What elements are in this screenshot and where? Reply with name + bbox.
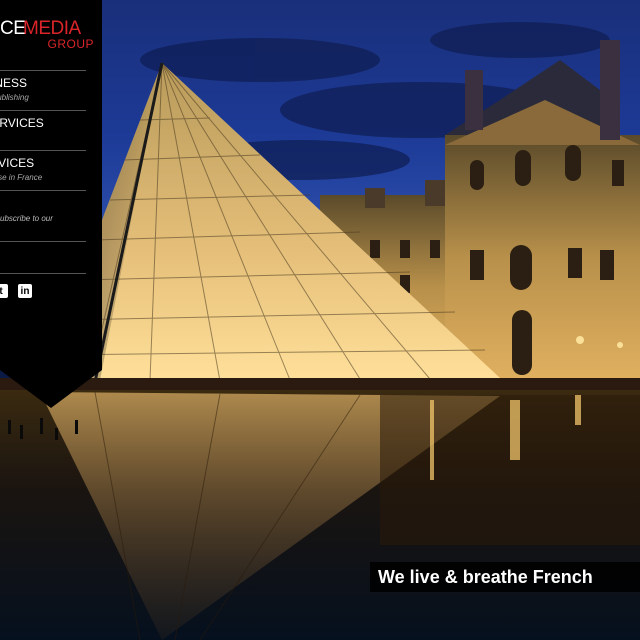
nav-item-subtitle: your house in France	[0, 173, 43, 182]
sidebar-nav: CE MEDIA GROUP SINESS nt Publishing NG S…	[0, 0, 102, 370]
hero-tagline: We live & breathe French	[370, 562, 640, 592]
logo-text-white: CE	[0, 18, 26, 39]
nav-item-title: / SERVICES	[0, 156, 35, 170]
divider	[0, 70, 86, 71]
twitter-icon[interactable]: t	[0, 284, 8, 298]
logo[interactable]: CE MEDIA GROUP	[0, 16, 102, 52]
divider	[0, 110, 86, 111]
nav-item-subtitle: nt Publishing	[0, 93, 29, 102]
nav-item-title: NG SERVICES	[0, 116, 44, 130]
newsletter-link[interactable]: ubscribe to our	[0, 214, 86, 223]
logo-subtext: GROUP	[47, 37, 94, 51]
nav-item-property-services[interactable]: / SERVICES your house in France	[0, 156, 102, 190]
linkedin-icon[interactable]: in	[18, 284, 32, 298]
sidebar-pointer	[0, 370, 102, 408]
nav-item-marketing-services[interactable]: NG SERVICES	[0, 116, 102, 146]
divider	[0, 273, 86, 274]
nav-item-business[interactable]: SINESS nt Publishing	[0, 76, 102, 110]
nav-item-title: SINESS	[0, 76, 28, 90]
divider	[0, 150, 86, 151]
divider	[0, 241, 86, 242]
divider	[0, 190, 86, 191]
